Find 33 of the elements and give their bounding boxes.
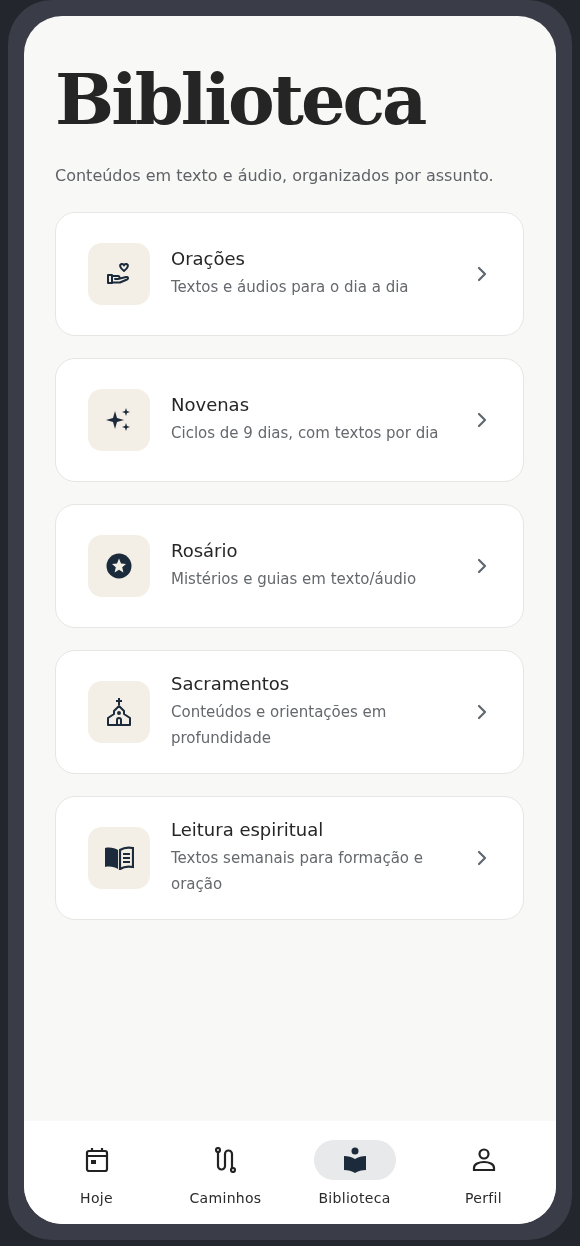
category-description: Ciclos de 9 dias, com textos por dia <box>171 423 440 444</box>
nav-tab[interactable]: Perfil <box>419 1139 548 1206</box>
chevron-right-icon <box>477 558 487 574</box>
calendar-icon <box>84 1146 109 1173</box>
page-title: Biblioteca <box>55 57 426 143</box>
category-description: Conteúdos e orientações em profundidade <box>171 702 388 749</box>
book-icon <box>104 846 134 870</box>
category-card[interactable]: Sacramentos Conteúdos e orientações em profundidade <box>55 650 524 774</box>
page-subtitle: Conteúdos em texto e áudio, organizados por assunto. <box>55 166 495 185</box>
category-description: Mistérios e guias em texto/áudio <box>171 569 418 590</box>
nav-tab[interactable]: Biblioteca <box>290 1139 419 1206</box>
church-icon <box>105 697 133 727</box>
person-icon <box>471 1146 496 1173</box>
category-title: Leitura espiritual <box>171 819 325 840</box>
category-title: Novenas <box>171 394 251 415</box>
category-description: Textos e áudios para o dia a dia <box>171 277 410 298</box>
nav-tab[interactable]: Caminhos <box>161 1139 290 1206</box>
chevron-right-icon <box>477 704 487 720</box>
category-card[interactable]: Leitura espiritual Textos semanais para formação e oração <box>55 796 524 920</box>
category-card[interactable]: Novenas Ciclos de 9 dias, com textos por dia <box>55 358 524 482</box>
nav-tab[interactable]: Hoje <box>32 1139 161 1206</box>
category-title: Orações <box>171 248 246 269</box>
route-icon <box>213 1146 238 1173</box>
category-title: Sacramentos <box>171 673 291 694</box>
chevron-right-icon <box>477 412 487 428</box>
chevron-right-icon <box>477 850 487 866</box>
category-title: Rosário <box>171 540 239 561</box>
category-card[interactable]: Orações Textos e áudios para o dia a dia <box>55 212 524 336</box>
category-description: Textos semanais para formação e oração <box>171 848 424 895</box>
star-circle-icon <box>106 553 132 579</box>
chevron-right-icon <box>477 266 487 282</box>
book-reader-icon <box>342 1146 367 1173</box>
category-card[interactable]: Rosário Mistérios e guias em texto/áudio <box>55 504 524 628</box>
